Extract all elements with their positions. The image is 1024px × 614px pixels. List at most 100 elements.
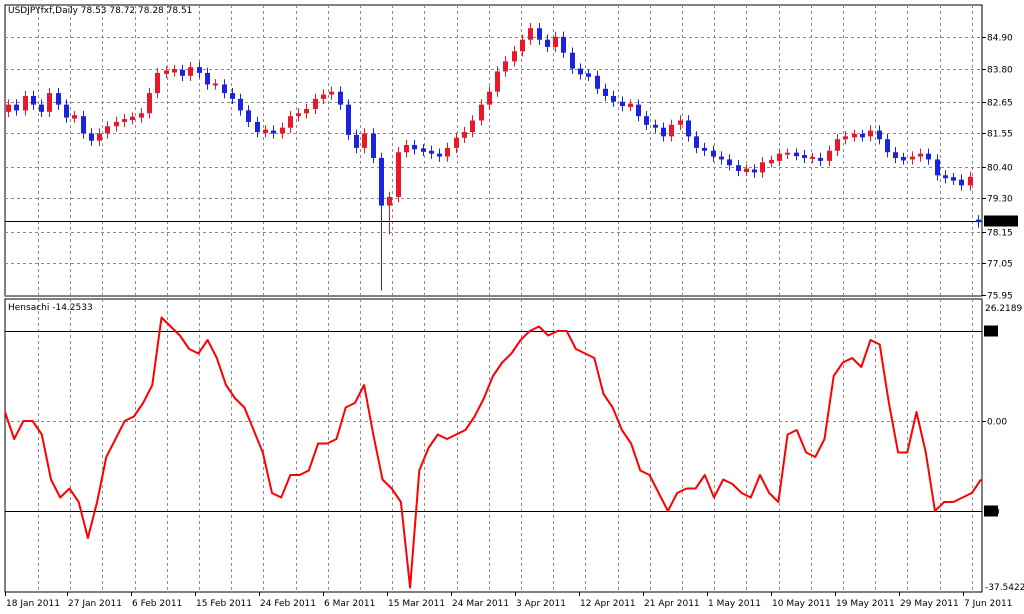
- date-label: 12 Apr 2011: [580, 599, 636, 609]
- price-axis-label: 75.95: [987, 292, 1013, 302]
- date-label: 27 Jan 2011: [68, 599, 122, 609]
- candle-body: [387, 196, 392, 206]
- candle-body: [362, 133, 367, 148]
- candle-body: [926, 153, 931, 160]
- candle-body: [653, 124, 658, 128]
- candle-body: [304, 108, 309, 114]
- candle-body: [246, 110, 251, 122]
- candle-body: [105, 126, 110, 134]
- candle-body: [238, 98, 243, 111]
- candle-body: [23, 95, 28, 111]
- price-axis-label: 84.90: [987, 34, 1013, 44]
- candle-body: [752, 169, 757, 173]
- candle-body: [14, 104, 19, 111]
- hensachi-series-line: [4, 316, 982, 589]
- candle-body: [827, 150, 832, 161]
- date-label: 7 Jun 2011: [964, 599, 1012, 609]
- candle-body: [702, 147, 707, 151]
- price-axis-label: 82.65: [987, 99, 1013, 109]
- candle-body: [288, 116, 293, 128]
- candle-body: [412, 145, 417, 150]
- candle-body: [910, 156, 915, 160]
- indicator-level-label: 0.00: [987, 418, 1007, 428]
- candle-body: [736, 165, 741, 171]
- candle-body: [346, 104, 351, 135]
- candle-body: [935, 159, 940, 176]
- date-label: 29 May 2011: [900, 599, 959, 609]
- candle-body: [586, 73, 591, 77]
- candle-body: [694, 136, 699, 148]
- candle-body: [918, 153, 923, 157]
- candles: [6, 22, 981, 291]
- candle-body: [777, 153, 782, 161]
- candle-body: [329, 91, 334, 95]
- candle-body: [445, 147, 450, 157]
- date-label: 10 May 2011: [772, 599, 831, 609]
- indicator-panel[interactable]: [4, 298, 983, 593]
- date-label: 15 Feb 2011: [196, 599, 252, 609]
- price-axis-label: 79.30: [987, 195, 1013, 205]
- indicator-panel-header: Hensachi -14.2533: [8, 303, 93, 313]
- candle-body: [852, 133, 857, 138]
- date-label: 18 Jan 2011: [6, 599, 60, 609]
- candle-body: [868, 130, 873, 137]
- candle-body: [263, 129, 268, 134]
- candle-body: [429, 150, 434, 154]
- candle-body: [528, 28, 533, 40]
- candle-body: [860, 133, 865, 138]
- candle-body: [578, 68, 583, 75]
- candle-body: [122, 119, 127, 122]
- candle-body: [321, 94, 326, 99]
- candle-body: [603, 88, 608, 96]
- date-label: 15 Mar 2011: [388, 599, 445, 609]
- candle-body: [802, 155, 807, 158]
- candle-body: [843, 136, 848, 140]
- candle-body: [114, 121, 119, 127]
- candle-body: [760, 162, 765, 173]
- candle-body: [172, 69, 177, 73]
- terminal-chart-window[interactable]: 18 Jan 2011 27 Jan 2011 6 Feb 2011 15 Feb 2…: [0, 0, 1024, 610]
- candle-body: [893, 152, 898, 158]
- candle-body: [205, 72, 210, 85]
- candle-body: [404, 145, 409, 153]
- candle-body: [338, 91, 343, 105]
- chart-canvas[interactable]: 18 Jan 2011 27 Jan 2011 6 Feb 2011 15 Feb 2…: [0, 0, 1024, 610]
- date-label: 6 Feb 2011: [132, 599, 182, 609]
- candle-body: [56, 93, 61, 105]
- indicator-level-label: 20: [985, 328, 997, 338]
- candle-body: [769, 159, 774, 164]
- candle-body: [31, 95, 36, 105]
- candle-body: [280, 127, 285, 134]
- candle-body: [520, 39, 525, 52]
- candle-body: [454, 137, 459, 148]
- candle-body: [130, 116, 135, 121]
- candle-body: [89, 133, 94, 141]
- candle-body: [661, 127, 666, 137]
- candle-body: [255, 121, 260, 133]
- candle-body: [396, 152, 401, 197]
- candle-body: [968, 176, 973, 186]
- candle-body: [39, 104, 44, 112]
- candle-body: [313, 98, 318, 109]
- price-axis-label: 77.05: [987, 260, 1013, 270]
- candle-body: [644, 116, 649, 125]
- candle-body: [6, 104, 11, 112]
- candle-body: [470, 120, 475, 133]
- candle-body: [271, 130, 276, 134]
- candle-body: [943, 175, 948, 179]
- price-axis-label: 81.55: [987, 130, 1013, 140]
- candle-body: [479, 104, 484, 121]
- date-label: 19 May 2011: [836, 599, 895, 609]
- candle-body: [437, 153, 442, 157]
- candle-body: [139, 113, 144, 118]
- candle-body: [877, 130, 882, 140]
- candle-body: [570, 52, 575, 69]
- indicator-level-label: -20: [985, 508, 1000, 518]
- candle-body: [553, 36, 558, 47]
- price-panel-header: USDJPYfxf,Daily 78.53 78.72 78.28 78.51: [8, 6, 193, 16]
- indicator-top-value: 26.2189: [985, 304, 1022, 314]
- candle-body: [147, 93, 152, 114]
- candle-body: [885, 139, 890, 153]
- candle-body: [64, 104, 69, 118]
- candle-body: [711, 150, 716, 157]
